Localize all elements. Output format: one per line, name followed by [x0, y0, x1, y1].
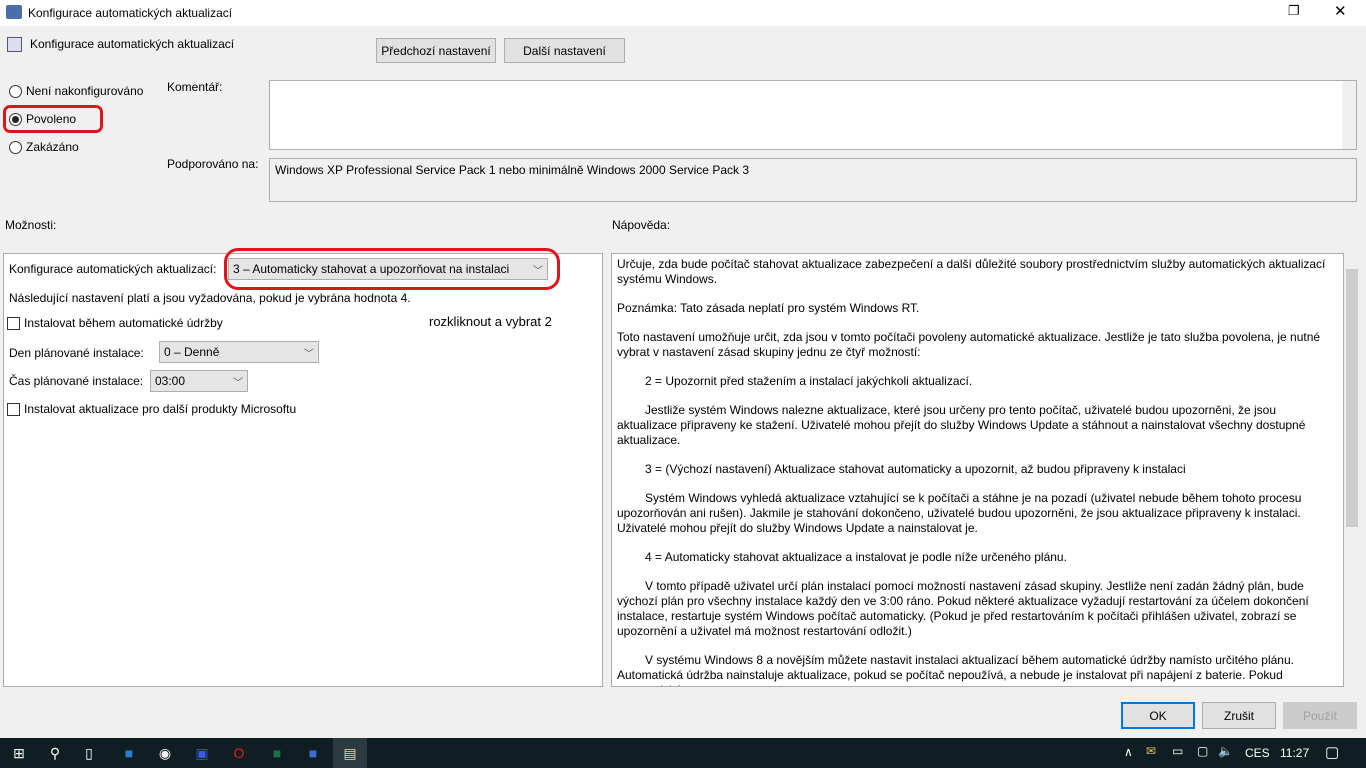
radio-disabled[interactable]: Zakázáno	[9, 140, 79, 155]
save-icon[interactable]: ▣	[185, 738, 219, 768]
radio-not-configured[interactable]: Není nakonfigurováno	[9, 84, 144, 99]
network-icon[interactable]: ▢	[1197, 744, 1208, 758]
help-label: Nápověda:	[612, 218, 671, 232]
help-paragraph: Určuje, zda bude počítač stahovat aktual…	[617, 257, 1326, 286]
app-icon[interactable]: ◉	[148, 738, 182, 768]
notepad-icon[interactable]: ▤	[333, 738, 367, 768]
time-label: Čas plánované instalace:	[9, 374, 144, 388]
help-paragraph: 3 = (Výchozí nastavení) Aktualizace stah…	[645, 462, 1186, 476]
maintenance-checkbox[interactable]: Instalovat během automatické údržby	[7, 316, 223, 331]
language-indicator[interactable]: CES	[1245, 746, 1270, 760]
supported-value: Windows XP Professional Service Pack 1 n…	[275, 163, 749, 177]
ok-button[interactable]: OK	[1121, 702, 1195, 729]
supported-field: Windows XP Professional Service Pack 1 n…	[269, 158, 1357, 202]
checkbox-label: Instalovat aktualizace pro další produkt…	[24, 402, 297, 416]
previous-setting-button[interactable]: Předchozí nastavení	[376, 38, 496, 63]
help-paragraph: V systému Windows 8 a novějším můžete na…	[617, 653, 1294, 686]
checkbox-label: Instalovat během automatické údržby	[24, 316, 223, 330]
task-view-icon[interactable]: ▯	[72, 738, 106, 768]
chevron-down-icon: ﹀	[233, 377, 243, 389]
apply-button[interactable]: Použít	[1283, 702, 1357, 729]
volume-icon[interactable]: 🔈	[1218, 744, 1233, 758]
title-bar: Konfigurace automatických aktualizací ❐ …	[0, 0, 1366, 26]
annotation-highlight	[3, 105, 103, 133]
help-paragraph: Jestliže systém Windows nalezne aktualiz…	[617, 403, 1306, 447]
outlook-icon[interactable]: ■	[112, 738, 146, 768]
help-paragraph: Toto nastavení umožňuje určit, zda jsou …	[617, 330, 1321, 359]
day-value: 0 – Denně	[164, 345, 220, 359]
time-dropdown[interactable]: 03:00 ﹀	[150, 370, 248, 392]
config-label: Konfigurace automatických aktualizací:	[9, 262, 217, 276]
comment-textarea[interactable]	[269, 80, 1357, 150]
search-icon[interactable]: ⚲	[38, 738, 72, 768]
taskbar: ⊞ ⚲ ▯ ■ ◉ ▣ O ■ ■ ▤ ∧ ✉ ▭ ▢ 🔈 CES 11:27 …	[0, 738, 1366, 768]
help-scrollbar[interactable]	[1344, 253, 1360, 687]
restore-icon[interactable]: ❐	[1288, 3, 1300, 19]
powershell-icon[interactable]: ■	[296, 738, 330, 768]
chevron-down-icon: ﹀	[304, 348, 314, 360]
help-paragraph: V tomto případě uživatel určí plán insta…	[617, 579, 1309, 638]
help-paragraph: 4 = Automaticky stahovat aktualizace a i…	[645, 550, 1067, 564]
day-dropdown[interactable]: 0 – Denně ﹀	[159, 341, 319, 363]
notifications-icon[interactable]: ▢	[1325, 743, 1339, 761]
next-setting-button[interactable]: Další nastavení	[504, 38, 625, 63]
policy-icon	[7, 37, 22, 52]
annotation-highlight	[224, 248, 560, 290]
opera-icon[interactable]: O	[222, 738, 256, 768]
radio-label: Zakázáno	[26, 140, 79, 154]
help-paragraph: Systém Windows vyhledá aktualizace vztah…	[617, 491, 1302, 535]
window-title: Konfigurace automatických aktualizací	[28, 6, 233, 20]
cancel-button[interactable]: Zrušit	[1202, 702, 1276, 729]
options-panel: Konfigurace automatických aktualizací: 3…	[3, 248, 603, 687]
help-paragraph: Poznámka: Tato zásada neplatí pro systém…	[617, 301, 920, 315]
policy-name: Konfigurace automatických aktualizací	[30, 37, 235, 51]
excel-icon[interactable]: ■	[260, 738, 294, 768]
options-label: Možnosti:	[5, 218, 57, 232]
help-panel: Určuje, zda bude počítač stahovat aktual…	[611, 253, 1344, 687]
time-value: 03:00	[155, 374, 186, 388]
scrollbar-thumb[interactable]	[1346, 269, 1358, 527]
start-icon[interactable]: ⊞	[2, 738, 36, 768]
radio-label: Není nakonfigurováno	[26, 84, 144, 98]
help-paragraph: 2 = Upozornit před stažením a instalací …	[645, 374, 973, 388]
comment-label: Komentář:	[167, 80, 223, 94]
close-icon[interactable]: ✕	[1334, 2, 1347, 20]
other-products-checkbox[interactable]: Instalovat aktualizace pro další produkt…	[7, 402, 297, 417]
annotation-text: rozkliknout a vybrat 2	[429, 314, 552, 329]
day-label: Den plánované instalace:	[9, 346, 144, 360]
supported-label: Podporováno na:	[167, 157, 259, 171]
note-text: Následující nastavení platí a jsou vyžad…	[9, 291, 411, 305]
scrollbar[interactable]	[1342, 81, 1356, 149]
clock[interactable]: 11:27	[1280, 746, 1309, 760]
power-icon[interactable]: ▭	[1172, 744, 1183, 758]
mail-icon[interactable]: ✉	[1146, 744, 1156, 758]
app-icon	[6, 5, 22, 19]
tray-chevron-icon[interactable]: ∧	[1124, 745, 1133, 759]
